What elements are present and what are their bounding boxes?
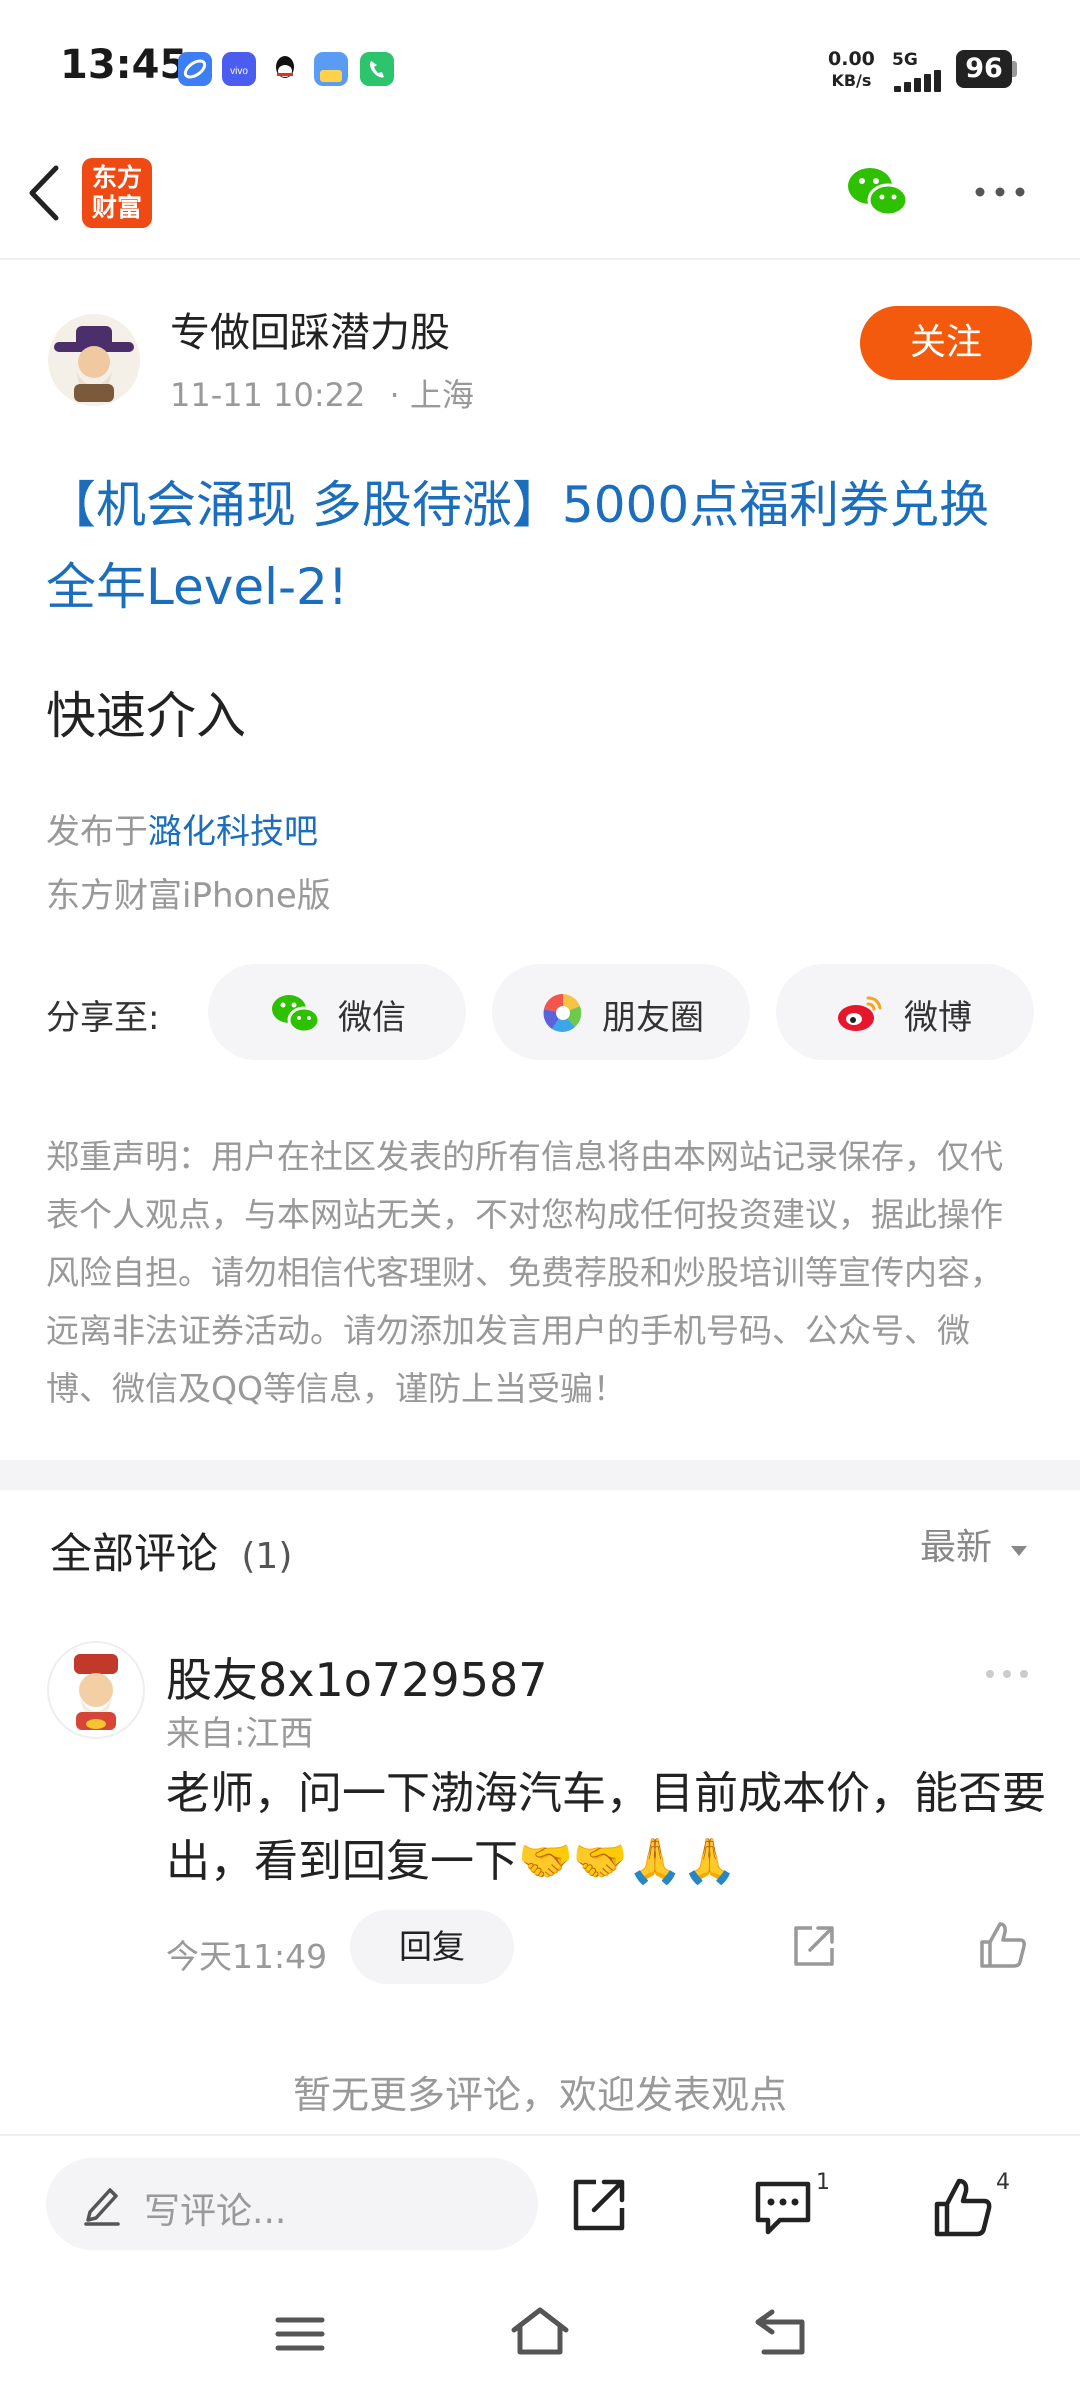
recents-button[interactable] (272, 2312, 328, 2356)
sort-label: 最新 (920, 1527, 993, 1568)
no-more-comments: 暂无更多评论，欢迎发表观点 (292, 2073, 787, 2117)
comment-count-button[interactable]: 1 (752, 2170, 832, 2240)
caret-down-icon (1011, 1546, 1028, 1556)
comment-icon (755, 2181, 811, 2235)
like-badge: 4 (996, 2170, 1010, 2195)
like-count-button[interactable]: 4 (932, 2170, 1012, 2240)
share-weibo-label: 微博 (904, 998, 972, 1038)
avatar-icon (47, 1641, 145, 1739)
comment-text: 老师，问一下渤海汽车，目前成本价，能否要出，看到回复一下🤝🤝🙏🙏 (166, 1768, 1046, 1887)
comment-more-button[interactable] (982, 1664, 1032, 1684)
battery-cap (1012, 61, 1017, 77)
comment-badge: 1 (816, 2170, 830, 2195)
share-icon (573, 2179, 625, 2231)
comment-time: 今天11:49 (166, 1937, 328, 1976)
menu-icon (275, 2317, 325, 2351)
phone-icon (360, 52, 394, 86)
comment-like-button[interactable] (978, 1920, 1028, 1970)
published-in: 发布于潞化科技吧 (46, 804, 318, 853)
commenter-location: 来自:江西 (166, 1714, 314, 1754)
wechat-icon (272, 995, 321, 1034)
share-wechat-button[interactable]: 微信 (208, 964, 466, 1060)
status-time: 13:45 (60, 42, 188, 88)
back-arrow-icon (29, 165, 59, 221)
comments-header: 全部评论 (1) (50, 1520, 292, 1581)
sort-dropdown[interactable]: 最新 (920, 1518, 1029, 1570)
share-label: 分享至: (46, 998, 160, 1038)
pencil-icon (84, 2188, 120, 2226)
system-back-button[interactable] (752, 2306, 812, 2358)
wechat-share-button[interactable] (846, 164, 910, 220)
author-name[interactable]: 专做回踩潜力股 (170, 300, 450, 358)
commenter-name[interactable]: 股友8x1o729587 (166, 1644, 548, 1710)
more-button[interactable] (970, 180, 1030, 204)
network-type: 5G (892, 50, 918, 70)
published-prefix: 发布于 (46, 812, 148, 852)
more-icon (986, 1670, 1028, 1678)
section-separator (0, 1460, 1080, 1490)
home-icon (511, 2307, 569, 2355)
thumbs-up-icon (934, 2178, 992, 2237)
thumbs-up-icon (980, 1922, 1026, 1968)
net-speed-unit: KB/s (831, 71, 872, 90)
browser-icon (178, 52, 212, 86)
home-button[interactable] (508, 2304, 572, 2358)
post-body: 快速介入 (46, 687, 246, 745)
board-link[interactable]: 潞化科技吧 (148, 812, 318, 852)
share-moments-label: 朋友圈 (602, 998, 704, 1038)
logo-line2: 财富 (91, 193, 142, 222)
share-weibo-button[interactable]: 微博 (776, 964, 1034, 1060)
svg-text:vivo: vivo (230, 66, 248, 77)
share-moments-button[interactable]: 朋友圈 (492, 964, 750, 1060)
post-date: 11-11 10:22 (170, 376, 366, 414)
vivo-icon: vivo (222, 52, 256, 86)
share-icon (794, 1926, 834, 1966)
avatar-icon (48, 314, 140, 406)
author-avatar[interactable] (46, 312, 142, 408)
weibo-icon (838, 996, 882, 1031)
comment-input[interactable]: 写评论... (46, 2158, 538, 2250)
nav-divider (0, 258, 1080, 260)
reply-button[interactable]: 回复 (350, 1910, 514, 1984)
back-return-icon (755, 2309, 805, 2355)
comment-share-button[interactable] (790, 1922, 838, 1970)
app-logo[interactable]: 东方 财富 (82, 158, 152, 228)
comments-title: 全部评论 (50, 1529, 219, 1578)
more-icon (975, 187, 1025, 197)
network-speed: 0.00 KB/s (828, 48, 875, 92)
follow-button[interactable]: 关注 (860, 306, 1032, 380)
logo-line1: 东方 (91, 163, 142, 192)
post-title: 【机会涌现 多股待涨】5000点福利券兑换全年Level-2! (46, 476, 990, 616)
comments-count: (1) (241, 1536, 293, 1577)
disclaimer-text: 郑重声明：用户在社区发表的所有信息将由本网站记录保存，仅代表个人观点，与本网站无… (46, 1137, 1003, 1408)
wechat-icon (848, 168, 909, 217)
forward-button[interactable] (570, 2176, 628, 2234)
commenter-avatar[interactable] (46, 1640, 146, 1740)
comment-input-placeholder: 写评论... (144, 2191, 287, 2232)
signal-icon (894, 70, 942, 92)
battery-indicator: 96 (956, 50, 1012, 88)
net-speed-value: 0.00 (828, 48, 875, 70)
share-wechat-label: 微信 (338, 998, 406, 1038)
client-source: 东方财富iPhone版 (46, 876, 331, 916)
qq-icon (268, 52, 302, 86)
post-location: · 上海 (389, 376, 474, 414)
moments-icon (543, 993, 582, 1032)
back-button[interactable] (22, 160, 72, 226)
file-manager-icon (314, 52, 348, 86)
post-meta: 11-11 10:22 · 上海 (170, 370, 474, 416)
